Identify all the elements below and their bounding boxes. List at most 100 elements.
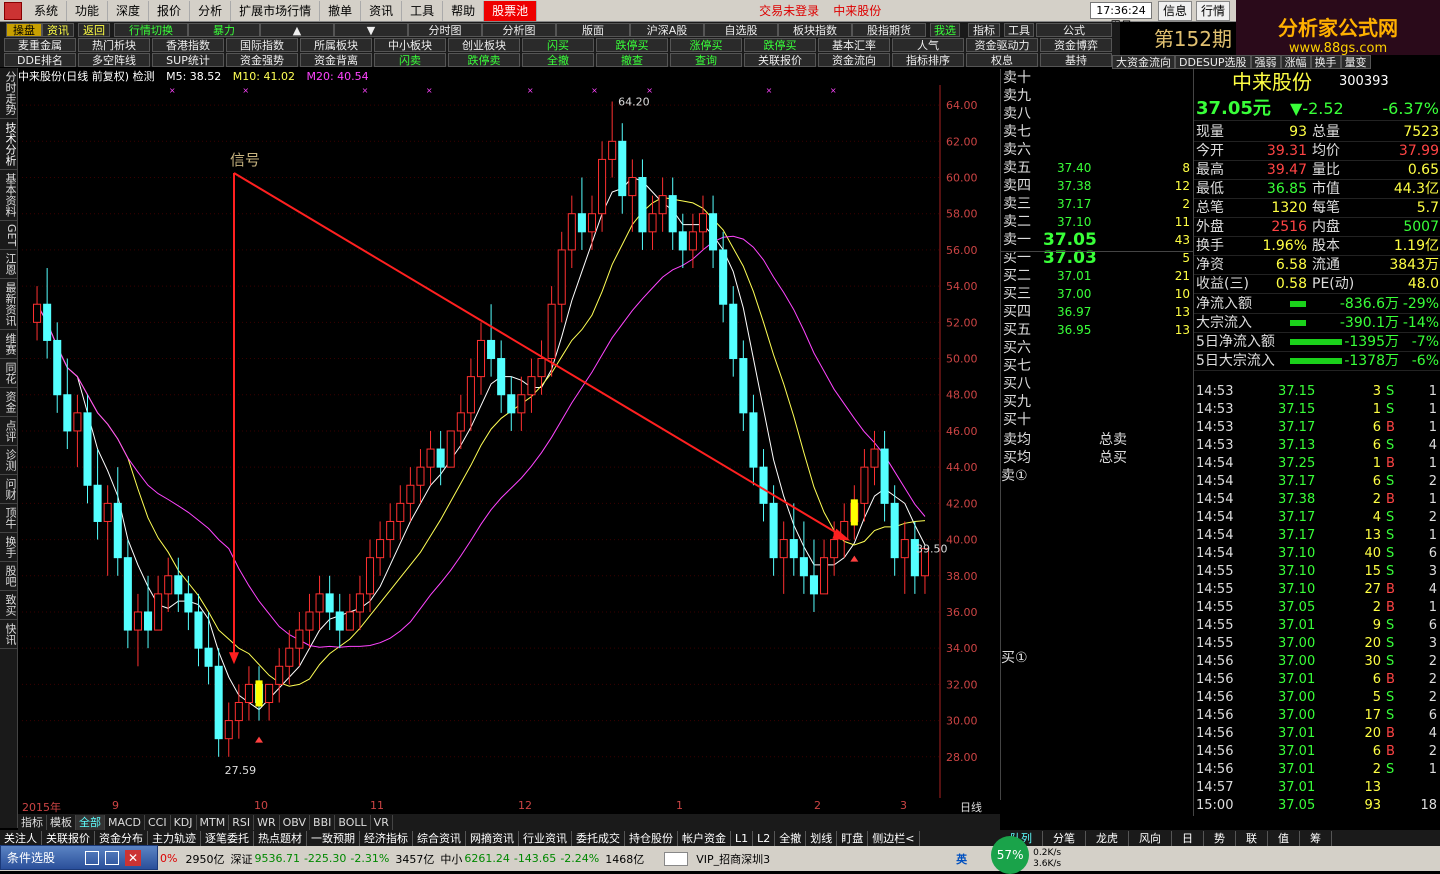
sell-queue-label[interactable]: 卖①	[1001, 467, 1194, 485]
toolbar-row2-10[interactable]: 跌停买	[744, 38, 816, 52]
buy-row[interactable]: 买四 36.97 13	[1001, 303, 1194, 321]
toolbar-row3-9[interactable]: 查询	[670, 53, 742, 67]
toolbar-row1-1[interactable]: 资讯	[42, 23, 74, 37]
buy-row[interactable]: 买八	[1001, 375, 1194, 393]
sidebar-item-10[interactable]: 诊测	[0, 446, 18, 476]
quote-tab-8[interactable]: 筹	[1300, 830, 1332, 846]
sidebar-item-0[interactable]: 分时走势	[0, 68, 18, 119]
toolbar-row1-0[interactable]: 操盘	[6, 23, 42, 37]
func-item-13[interactable]: 帐户资金	[678, 830, 731, 846]
sell-row[interactable]: 卖五 37.40 8	[1001, 159, 1194, 177]
toolbar-row2-9[interactable]: 涨停买	[670, 38, 742, 52]
toolbar-right-1[interactable]: DDESUP选股	[1175, 55, 1251, 69]
toolbar-row3-4[interactable]: 资金背离	[300, 53, 372, 67]
menu-item-1[interactable]: 功能	[67, 0, 109, 21]
toolbar-row1-11[interactable]: 自选股	[704, 23, 778, 37]
sell-row[interactable]: 卖三 37.17 2	[1001, 195, 1194, 213]
func-item-0[interactable]: 关注人	[0, 830, 42, 846]
sidebar-item-11[interactable]: 问财	[0, 475, 18, 505]
close-icon[interactable]: ✕	[125, 849, 142, 866]
toolbar-row2-0[interactable]: 麦重金属	[4, 38, 76, 52]
func-item-8[interactable]: 综合资讯	[413, 830, 466, 846]
toolbar-row2-6[interactable]: 创业板块	[448, 38, 520, 52]
func-item-4[interactable]: 逐笔委托	[201, 830, 254, 846]
buy-row[interactable]: 买七	[1001, 357, 1194, 375]
toolbar-right-5[interactable]: 量变	[1340, 55, 1371, 69]
indicator-tab-11[interactable]: BOLL	[335, 814, 371, 830]
toolbar-row1-9[interactable]: 版面	[556, 23, 630, 37]
toolbar-row2-1[interactable]: 热门析块	[78, 38, 150, 52]
menu-item-0[interactable]: 系统	[26, 0, 68, 21]
func-item-19[interactable]: 侧边栏<	[868, 830, 920, 846]
sidebar-item-7[interactable]: 同花	[0, 359, 18, 389]
sidebar-item-12[interactable]: 顶牛	[0, 504, 18, 534]
sidebar-item-15[interactable]: 致买	[0, 591, 18, 621]
quote-tab-7[interactable]: 值	[1268, 830, 1300, 846]
func-item-17[interactable]: 划线	[806, 830, 838, 846]
sidebar-item-8[interactable]: 资金	[0, 388, 18, 418]
func-item-3[interactable]: 主力轨迹	[148, 830, 201, 846]
toolbar-row3-13[interactable]: 权息	[966, 53, 1038, 67]
sell-row[interactable]: 卖四 37.38 12	[1001, 177, 1194, 195]
toolbar-right-2[interactable]: 强弱	[1250, 55, 1281, 69]
indicator-tab-3[interactable]: MACD	[105, 814, 145, 830]
quote-tab-2[interactable]: 龙虎	[1086, 830, 1129, 846]
toolbar-row2-12[interactable]: 人气	[892, 38, 964, 52]
func-item-7[interactable]: 经济指标	[360, 830, 413, 846]
toolbar-row3-8[interactable]: 撤查	[596, 53, 668, 67]
menu-item-7[interactable]: 资讯	[361, 0, 403, 21]
sidebar-item-3[interactable]: GET	[0, 221, 18, 251]
sidebar-item-16[interactable]: 快讯	[0, 620, 18, 650]
quote-tab-3[interactable]: 风向	[1129, 830, 1172, 846]
toolbar-row3-10[interactable]: 关联报价	[744, 53, 816, 67]
toolbar-right-4[interactable]: 换手	[1310, 55, 1341, 69]
toolbar-right-0[interactable]: 大资金流向	[1112, 55, 1175, 69]
func-item-12[interactable]: 持仓股份	[625, 830, 678, 846]
quote-button[interactable]: 行情	[1196, 1, 1230, 21]
maximize-icon[interactable]	[105, 850, 120, 865]
menu-stock-pool[interactable]: 股票池	[484, 0, 538, 21]
func-item-2[interactable]: 资金分布	[95, 830, 148, 846]
func-item-15[interactable]: L2	[753, 830, 776, 846]
buy-row[interactable]: 买九	[1001, 393, 1194, 411]
func-item-11[interactable]: 委托成交	[572, 830, 625, 846]
sell-row[interactable]: 卖六	[1001, 141, 1194, 159]
toolbar-row3-7[interactable]: 全撤	[522, 53, 594, 67]
toolbar-row3-14[interactable]: 基持	[1040, 53, 1112, 67]
menu-item-9[interactable]: 帮助	[443, 0, 485, 21]
toolbar-row2-11[interactable]: 基本汇率	[818, 38, 890, 52]
toolbar-row3-0[interactable]: DDE排名	[4, 53, 76, 67]
toolbar-row1-16[interactable]: 工具	[1004, 23, 1034, 37]
toolbar-row1-12[interactable]: 板块指数	[778, 23, 852, 37]
menu-item-5[interactable]: 扩展市场行情	[231, 0, 321, 21]
toolbar-row1-2[interactable]: 返回	[78, 23, 110, 37]
sidebar-item-2[interactable]: 基本资料	[0, 170, 18, 221]
toolbar-row1-7[interactable]: 分时图	[408, 23, 482, 37]
sell-row[interactable]: 卖九	[1001, 87, 1194, 105]
toolbar-row1-13[interactable]: 股指期货	[852, 23, 926, 37]
func-item-5[interactable]: 热点题材	[254, 830, 307, 846]
indicator-tab-7[interactable]: RSI	[229, 814, 255, 830]
toolbar-row2-7[interactable]: 闪买	[522, 38, 594, 52]
func-item-14[interactable]: L1	[731, 830, 754, 846]
toolbar-row1-10[interactable]: 沪深A股	[630, 23, 704, 37]
toolbar-row2-2[interactable]: 香港指数	[152, 38, 224, 52]
menu-item-4[interactable]: 分析	[190, 0, 232, 21]
buy-row[interactable]: 买三 37.00 10	[1001, 285, 1194, 303]
info-button[interactable]: 信息	[1158, 1, 1192, 21]
sell-row[interactable]: 卖二 37.10 11	[1001, 213, 1194, 231]
func-item-10[interactable]: 行业资讯	[519, 830, 572, 846]
buy-queue-label[interactable]: 买①	[1001, 649, 1194, 667]
app-logo-icon[interactable]	[4, 1, 22, 20]
toolbar-row3-3[interactable]: 资金强势	[226, 53, 298, 67]
cpu-meter[interactable]: 57%	[991, 835, 1030, 874]
menu-item-2[interactable]: 深度	[108, 0, 150, 21]
toolbar-row3-1[interactable]: 多空阵线	[78, 53, 150, 67]
menu-item-8[interactable]: 工具	[402, 0, 444, 21]
candlestick-chart[interactable]: 28.00 30.00 32.00 34.00 36.00 38.00 40.00 42.00…	[18, 85, 1000, 800]
func-item-9[interactable]: 网摘资讯	[466, 830, 519, 846]
sidebar-item-1[interactable]: 技术分析	[0, 119, 18, 170]
toolbar-row3-5[interactable]: 闪卖	[374, 53, 446, 67]
toolbar-row2-5[interactable]: 中小板块	[374, 38, 446, 52]
toolbar-row1-5[interactable]: ▲	[260, 23, 334, 37]
